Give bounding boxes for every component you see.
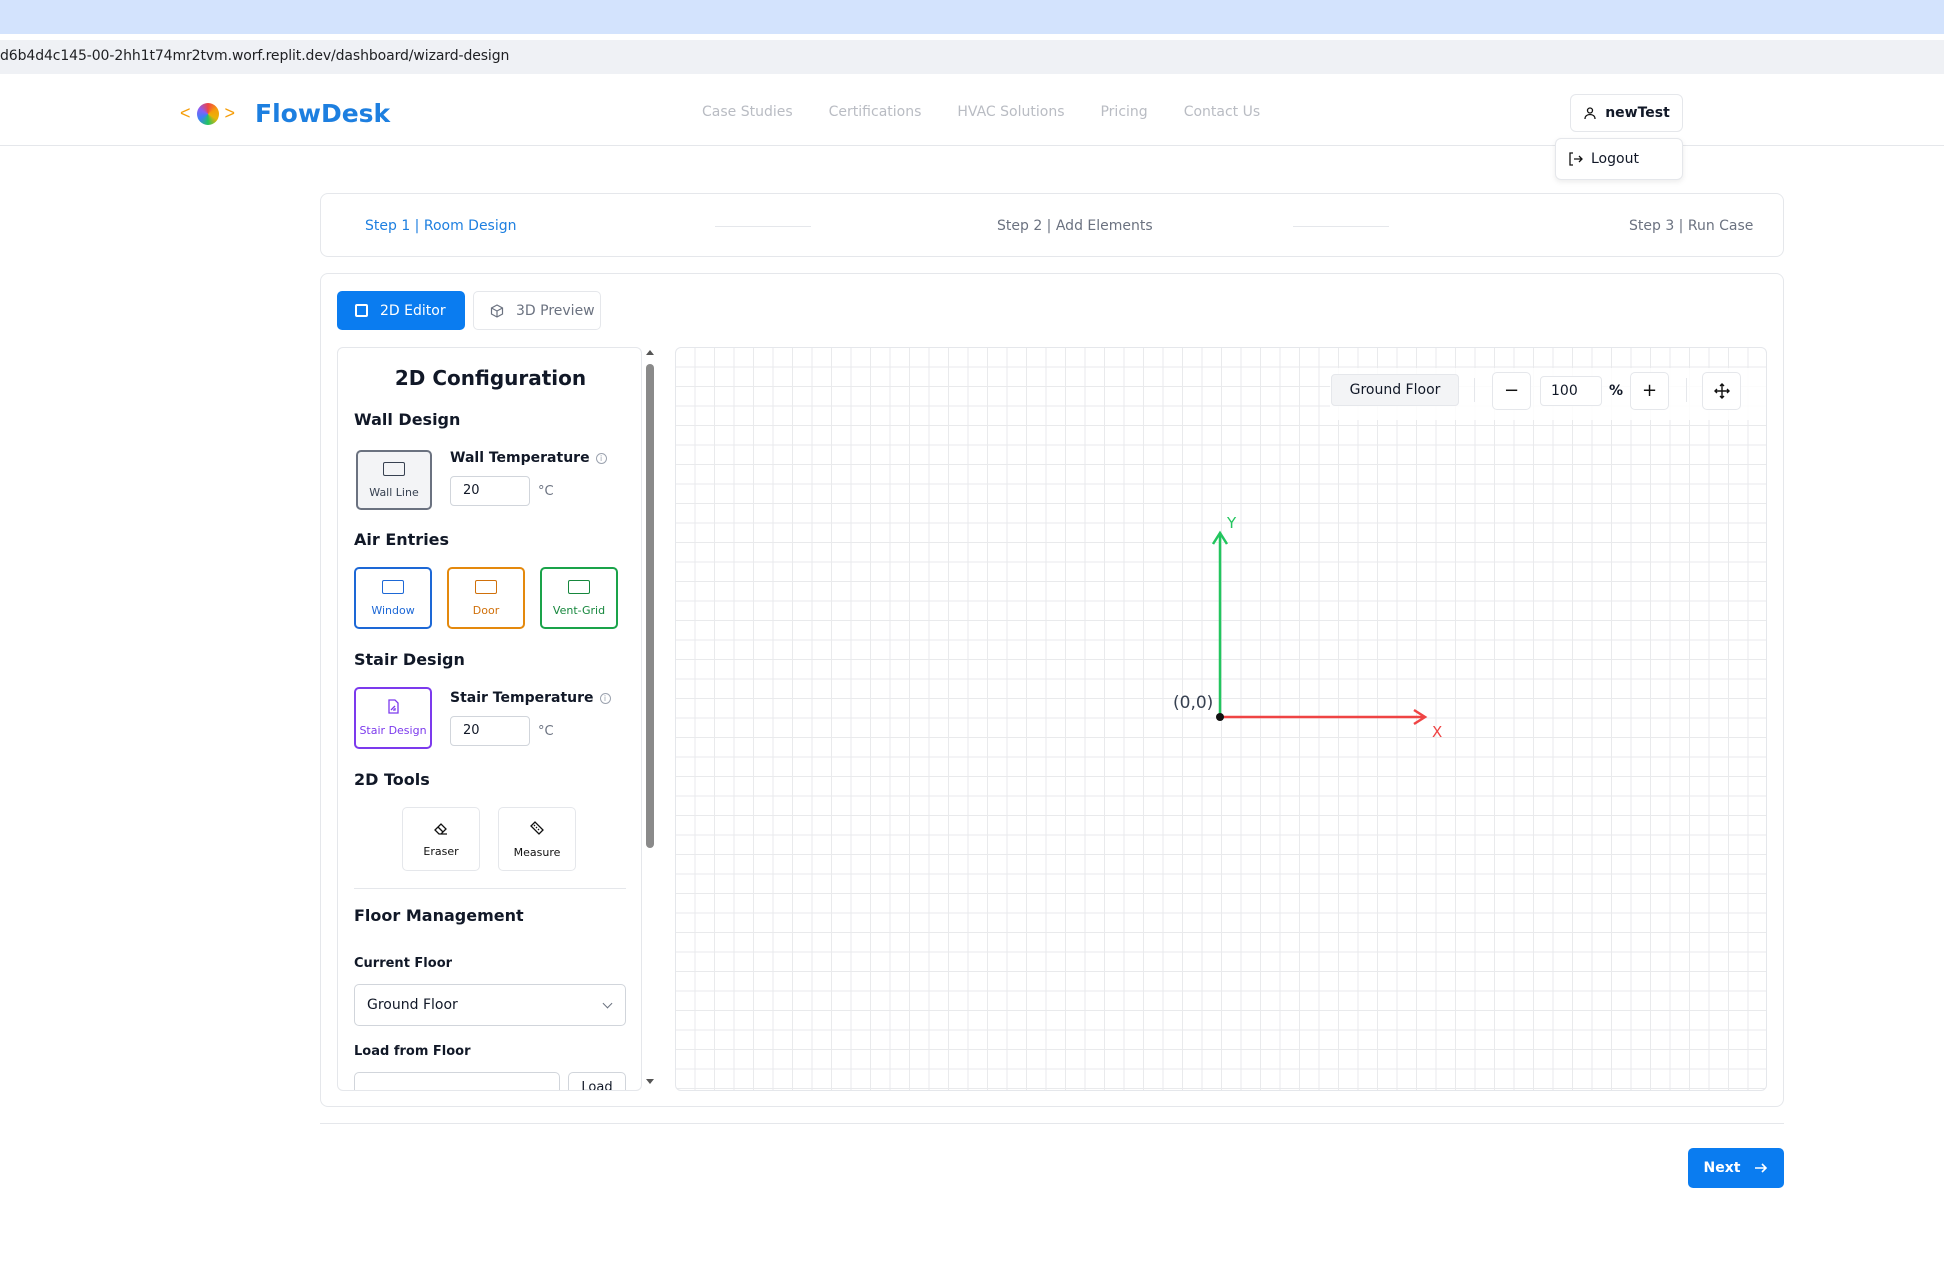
measure-label: Measure	[513, 845, 561, 859]
current-floor-select[interactable]: Ground Floor	[354, 984, 626, 1026]
info-icon[interactable]: i	[595, 452, 607, 464]
scroll-up-arrow[interactable]	[646, 350, 654, 355]
nav-pricing[interactable]: Pricing	[1100, 104, 1147, 120]
stair-file-icon	[388, 699, 399, 714]
vent-grid-button[interactable]: Vent-Grid	[540, 567, 618, 629]
wall-temperature-label: Wall Temperature i	[450, 450, 607, 466]
chevron-down-icon	[536, 1086, 547, 1090]
eraser-label: Eraser	[423, 844, 459, 858]
door-button[interactable]: Door	[447, 567, 525, 629]
wizard-stepper: Step 1 | Room Design Step 2 | Add Elemen…	[320, 193, 1784, 257]
window-label: Window	[371, 603, 415, 617]
tab-2d-editor[interactable]: 2D Editor	[337, 291, 465, 330]
logo-bracket-left: <	[180, 103, 191, 123]
pan-button[interactable]	[1702, 372, 1741, 410]
stair-temperature-unit: °C	[538, 724, 554, 739]
stair-design-heading: Stair Design	[354, 650, 465, 669]
logout-label: Logout	[1591, 151, 1639, 167]
load-button[interactable]: Load	[568, 1072, 626, 1090]
origin-point	[1216, 713, 1224, 721]
stair-temperature-input[interactable]: 20	[450, 716, 530, 746]
logo-globe-icon	[196, 102, 219, 125]
toolbar-separator	[1686, 378, 1687, 402]
window-icon	[382, 579, 404, 594]
load-from-floor-label: Load from Floor	[354, 1044, 471, 1059]
load-from-floor-select[interactable]	[354, 1072, 560, 1090]
current-floor-label: Current Floor	[354, 956, 453, 971]
floor-indicator[interactable]: Ground Floor	[1331, 374, 1459, 406]
brand-name: FlowDesk	[255, 99, 391, 128]
next-label: Next	[1703, 1160, 1741, 1176]
eraser-icon	[434, 822, 447, 835]
nav-hvac-solutions[interactable]: HVAC Solutions	[957, 104, 1064, 120]
chevron-down-icon	[602, 998, 613, 1009]
logo-bracket-right: >	[224, 103, 236, 123]
eraser-button[interactable]: Eraser	[402, 807, 480, 871]
rectangle-icon	[383, 461, 405, 476]
logo[interactable]: < > FlowDesk	[180, 99, 390, 128]
wall-temperature-input[interactable]: 20	[450, 476, 530, 506]
panel-title: 2D Configuration	[394, 366, 587, 390]
origin-label: (0,0)	[1173, 693, 1213, 713]
stair-temperature-label: Stair Temperature i	[450, 690, 611, 706]
tab-3d-preview[interactable]: 3D Preview	[473, 291, 601, 330]
step-divider	[1293, 226, 1389, 227]
scroll-thumb[interactable]	[646, 364, 654, 848]
door-icon	[475, 579, 497, 594]
x-axis-label: X	[1432, 723, 1442, 741]
footer-divider	[320, 1123, 1784, 1124]
zoom-input[interactable]: 100	[1540, 376, 1602, 406]
coordinate-axes: (0,0) Y X	[1173, 514, 1442, 741]
nav-case-studies[interactable]: Case Studies	[702, 104, 793, 120]
floor-management-heading: Floor Management	[354, 906, 524, 925]
current-floor-value: Ground Floor	[367, 997, 458, 1013]
zoom-in-button[interactable]: +	[1630, 372, 1669, 410]
y-axis-label: Y	[1226, 514, 1237, 532]
arrow-right-icon	[1755, 1163, 1768, 1173]
scroll-down-arrow[interactable]	[646, 1079, 654, 1084]
window-button[interactable]: Window	[354, 567, 432, 629]
main-nav: Case Studies Certifications HVAC Solutio…	[702, 104, 1260, 120]
wall-temperature-unit: °C	[538, 484, 554, 499]
step-run-case[interactable]: Step 3 | Run Case	[1629, 218, 1753, 234]
username: newTest	[1605, 105, 1670, 121]
zoom-percent-sign: %	[1609, 383, 1624, 399]
wall-line-label: Wall Line	[369, 485, 419, 499]
door-label: Door	[472, 603, 500, 617]
next-button[interactable]: Next	[1688, 1148, 1784, 1188]
step-add-elements[interactable]: Step 2 | Add Elements	[997, 218, 1153, 234]
step-divider	[715, 226, 811, 227]
url-text[interactable]: d6b4d4c145-00-2hh1t74mr2tvm.worf.replit.…	[0, 48, 509, 64]
wall-temperature-text: Wall Temperature	[450, 450, 590, 466]
vent-grid-label: Vent-Grid	[552, 603, 606, 617]
toolbar-separator	[1474, 378, 1475, 402]
wall-line-button[interactable]: Wall Line	[356, 450, 432, 510]
step-room-design[interactable]: Step 1 | Room Design	[365, 218, 517, 234]
info-icon[interactable]: i	[599, 692, 611, 704]
wall-design-heading: Wall Design	[354, 410, 461, 429]
user-menu-button[interactable]: newTest	[1570, 94, 1683, 132]
browser-tab-strip	[0, 0, 1944, 34]
tab-2d-editor-label: 2D Editor	[380, 302, 446, 319]
move-icon	[1713, 383, 1730, 399]
cube-icon	[490, 303, 504, 318]
logout-menu-item[interactable]: Logout	[1555, 138, 1683, 180]
logout-icon	[1569, 152, 1583, 166]
measure-button[interactable]: Measure	[498, 807, 576, 871]
stair-temperature-text: Stair Temperature	[450, 690, 594, 706]
air-entries-heading: Air Entries	[354, 530, 450, 549]
tab-3d-preview-label: 3D Preview	[516, 302, 595, 319]
config-panel: 2D Configuration Wall Design Wall Line W…	[337, 347, 642, 1091]
stair-design-label: Stair Design	[359, 724, 427, 737]
nav-certifications[interactable]: Certifications	[829, 104, 922, 120]
2d-tools-heading: 2D Tools	[354, 770, 430, 789]
ruler-icon	[530, 820, 544, 835]
stair-design-button[interactable]: Stair Design	[354, 687, 432, 749]
nav-contact-us[interactable]: Contact Us	[1184, 104, 1260, 120]
square-icon	[355, 304, 368, 317]
user-icon	[1584, 107, 1596, 120]
zoom-out-button[interactable]: −	[1492, 372, 1531, 410]
vent-grid-icon	[568, 579, 590, 594]
section-divider	[354, 888, 626, 889]
